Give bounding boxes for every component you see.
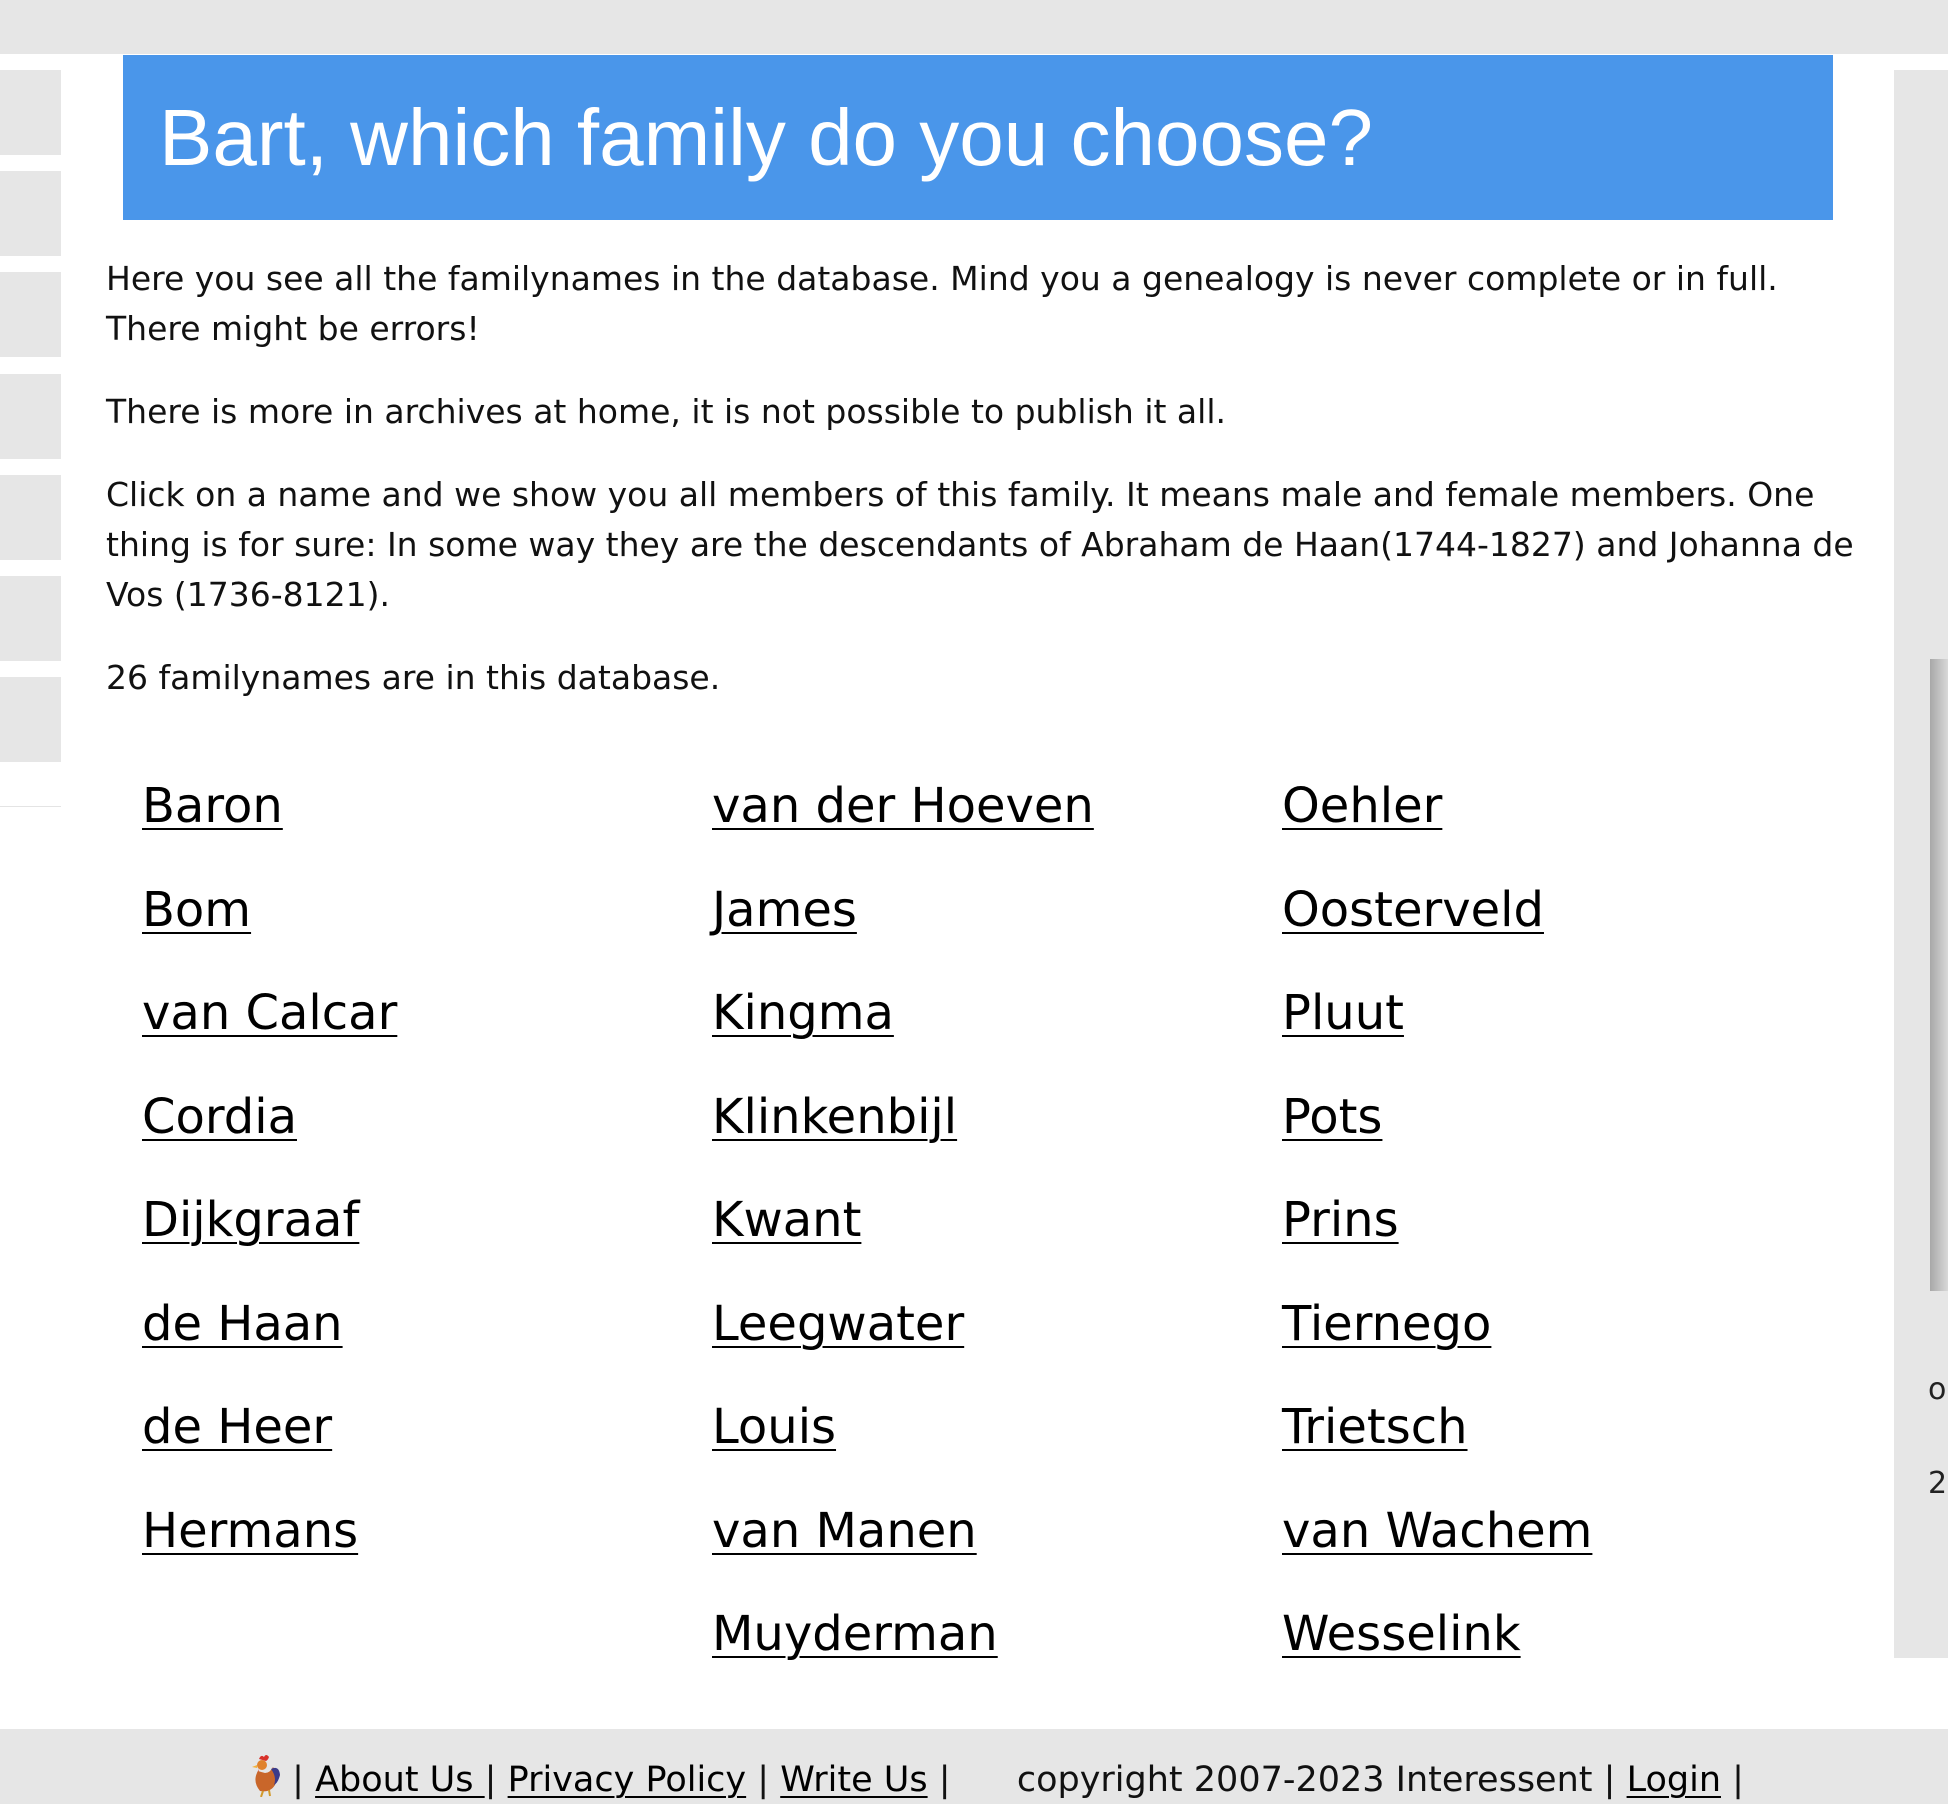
right-sidebar-text: 2 [1928, 1466, 1948, 1501]
family-column-3: Oehler Oosterveld Pluut Pots Prins Tiern… [1282, 768, 1842, 1700]
family-link[interactable]: van Calcar [142, 975, 702, 1079]
sidebar-tab[interactable] [0, 374, 61, 459]
rooster-icon [252, 1755, 280, 1797]
about-us-link[interactable]: About Us [315, 1760, 485, 1800]
page-content: o 2 Bart, which family do you choose? He… [0, 54, 1948, 1729]
sidebar-tab[interactable] [0, 272, 61, 357]
family-link[interactable]: Leegwater [712, 1286, 1272, 1390]
footer-separator: | [938, 1760, 951, 1800]
footer-links: | About Us | Privacy Policy | Write Us |… [245, 1753, 1744, 1804]
family-link[interactable]: de Heer [142, 1389, 702, 1493]
family-link[interactable]: Baron [142, 768, 702, 872]
family-link[interactable]: Oosterveld [1282, 872, 1842, 976]
family-link[interactable]: van Manen [712, 1493, 1272, 1597]
family-link[interactable]: Oehler [1282, 768, 1842, 872]
sidebar-tab[interactable] [0, 475, 61, 560]
family-link[interactable]: Kingma [712, 975, 1272, 1079]
right-sidebar-photo [1930, 659, 1948, 1291]
family-count: 26 familynames are in this database. [106, 658, 721, 697]
write-us-link[interactable]: Write Us [780, 1760, 927, 1800]
family-link[interactable]: de Haan [142, 1286, 702, 1390]
family-link[interactable]: Dijkgraaf [142, 1182, 702, 1286]
family-column-1: Baron Bom van Calcar Cordia Dijkgraaf de… [142, 768, 702, 1596]
login-link[interactable]: Login [1627, 1760, 1721, 1800]
family-link[interactable]: Hermans [142, 1493, 702, 1597]
family-link[interactable]: James [712, 872, 1272, 976]
footer-separator: | [292, 1760, 304, 1800]
sidebar-tab[interactable] [0, 70, 61, 155]
family-link[interactable]: Prins [1282, 1182, 1842, 1286]
right-sidebar-text: o [1928, 1372, 1947, 1407]
intro-paragraph: Here you see all the familynames in the … [106, 259, 1778, 348]
family-link[interactable]: Muyderman [712, 1596, 1272, 1700]
header-banner: Bart, which family do you choose? [123, 55, 1833, 220]
footer-separator: | [757, 1760, 770, 1800]
page-title: Bart, which family do you choose? [159, 93, 1373, 182]
sidebar-tab[interactable] [0, 171, 61, 256]
sidebar-tab[interactable] [0, 677, 61, 762]
sidebar-divider [0, 806, 61, 807]
sidebar-tab[interactable] [0, 576, 61, 661]
family-link[interactable]: Louis [712, 1389, 1272, 1493]
family-link[interactable]: Cordia [142, 1079, 702, 1183]
footer: | About Us | Privacy Policy | Write Us |… [0, 1729, 1948, 1800]
family-link[interactable]: Bom [142, 872, 702, 976]
copyright-text: copyright 2007-2023 Interessent [1016, 1760, 1593, 1800]
family-link[interactable]: van Wachem [1282, 1493, 1842, 1597]
family-link[interactable]: Klinkenbijl [712, 1079, 1272, 1183]
family-link[interactable]: Pluut [1282, 975, 1842, 1079]
family-link[interactable]: Kwant [712, 1182, 1272, 1286]
family-link[interactable]: Trietsch [1282, 1389, 1842, 1493]
intro-paragraph: Click on a name and we show you all memb… [106, 475, 1854, 614]
intro-text: Here you see all the familynames in the … [106, 254, 1856, 703]
family-link[interactable]: van der Hoeven [712, 768, 1272, 872]
footer-separator: | [1732, 1760, 1744, 1800]
footer-separator: | [484, 1760, 497, 1800]
family-column-2: van der Hoeven James Kingma Klinkenbijl … [712, 768, 1272, 1700]
intro-paragraph: There is more in archives at home, it is… [106, 392, 1226, 431]
privacy-policy-link[interactable]: Privacy Policy [508, 1760, 747, 1800]
family-link[interactable]: Wesselink [1282, 1596, 1842, 1700]
family-link[interactable]: Pots [1282, 1079, 1842, 1183]
family-link[interactable]: Tiernego [1282, 1286, 1842, 1390]
footer-separator: | [1603, 1760, 1616, 1800]
